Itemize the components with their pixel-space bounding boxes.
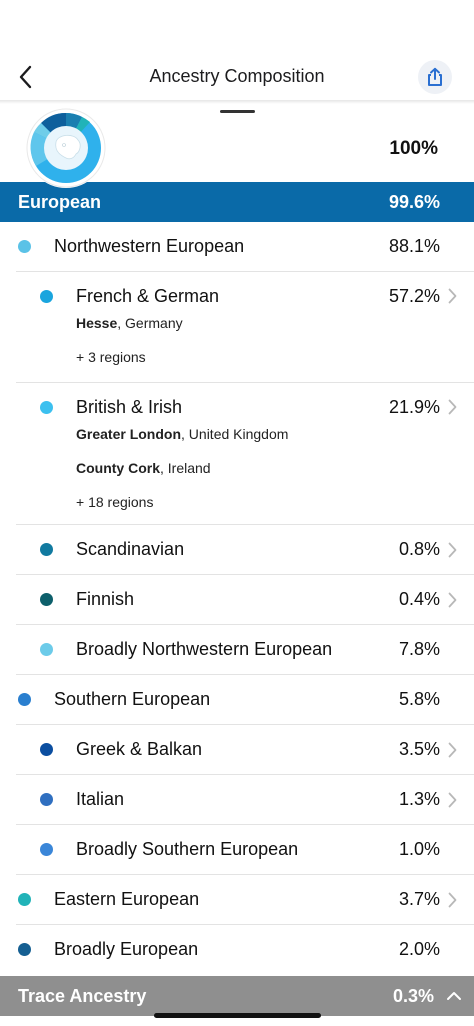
more-regions-link[interactable]: + 3 regions [0, 340, 474, 374]
list-item-label: Eastern European [54, 889, 200, 909]
chevron-right-icon [448, 542, 457, 557]
color-dot [18, 943, 31, 956]
color-dot [40, 743, 53, 756]
list-item-broadly-european[interactable]: Broadly European 2.0% [0, 925, 474, 974]
list-item-italian[interactable]: Italian 1.3% [0, 775, 474, 824]
expanded-item-french-german: French & German 57.2% Hesse, Germany + 3… [0, 272, 474, 382]
color-dot [40, 793, 53, 806]
chevron-right-icon [448, 592, 457, 607]
chevron-right-icon [448, 892, 457, 907]
trace-ancestry-bar[interactable]: Trace Ancestry 0.3% [0, 976, 474, 1016]
list-item-broadly-southern-european[interactable]: Broadly Southern European 1.0% [0, 825, 474, 874]
region-label: European [18, 191, 102, 212]
region-detail-county-cork[interactable]: County Cork, Ireland [0, 451, 474, 485]
share-button[interactable] [418, 60, 452, 94]
ancestry-donut-avatar [24, 108, 112, 188]
share-icon [428, 67, 442, 86]
list-item-northwestern-european[interactable]: Northwestern European 88.1% [0, 222, 474, 271]
color-dot [40, 400, 53, 414]
list-item-label: Italian [76, 789, 125, 809]
region-detail-place: County Cork [76, 460, 160, 476]
header-shadow [0, 100, 474, 104]
color-dot [40, 593, 53, 606]
color-dot [40, 543, 53, 556]
chevron-right-icon [448, 399, 457, 415]
list-item-label: Southern European [54, 689, 211, 709]
list-item-french-german[interactable]: French & German 57.2% [0, 272, 474, 320]
list-item-label: Scandinavian [76, 539, 185, 559]
list-item-percent: 5.8% [398, 689, 440, 709]
chevron-up-icon [447, 992, 461, 1000]
list-item-percent: 88.1% [388, 236, 440, 256]
trace-percent: 0.3% [392, 985, 434, 1006]
list-item-label: Broadly Northwestern European [76, 639, 333, 659]
list-item-label: Northwestern European [54, 236, 245, 256]
list-item-percent: 1.0% [398, 839, 440, 859]
list-item-eastern-european[interactable]: Eastern European 3.7% [0, 875, 474, 924]
list-item-label: Broadly European [54, 939, 199, 959]
header: Ancestry Composition [0, 0, 474, 104]
list-item-scandinavian[interactable]: Scandinavian 0.8% [0, 525, 474, 574]
list-item-percent: 57.2% [388, 285, 440, 306]
list-item-broadly-northwestern-european[interactable]: Broadly Northwestern European 7.8% [0, 625, 474, 674]
color-dot [40, 643, 53, 656]
region-detail-country: , Ireland [160, 460, 211, 476]
chevron-right-icon [448, 792, 457, 807]
color-dot [18, 693, 31, 706]
list-item-finnish[interactable]: Finnish 0.4% [0, 575, 474, 624]
list-item-greek-balkan[interactable]: Greek & Balkan 3.5% [0, 725, 474, 774]
list-item-label: British & Irish [76, 396, 183, 417]
color-dot [40, 843, 53, 856]
list-item-southern-european[interactable]: Southern European 5.8% [0, 675, 474, 724]
chevron-right-icon [448, 288, 457, 304]
list-item-percent: 21.9% [388, 396, 440, 417]
list-item-label: Broadly Southern European [76, 839, 299, 859]
list-item-percent: 1.3% [398, 789, 440, 809]
region-percent: 99.6% [388, 191, 440, 212]
list-item-british-irish[interactable]: British & Irish 21.9% [0, 383, 474, 431]
list-item-percent: 0.4% [398, 589, 440, 609]
color-dot [18, 893, 31, 906]
color-dot [18, 240, 31, 253]
list-item-percent: 3.7% [398, 889, 440, 909]
drag-handle[interactable] [220, 110, 255, 113]
home-indicator[interactable] [154, 1013, 321, 1018]
more-regions-link[interactable]: + 18 regions [0, 485, 474, 519]
list-item-label: Greek & Balkan [76, 739, 203, 759]
list-item-label: Finnish [76, 589, 135, 609]
list-item-percent: 7.8% [398, 639, 440, 659]
list-item-percent: 0.8% [398, 539, 440, 559]
chevron-right-icon [448, 742, 457, 757]
trace-label: Trace Ancestry [18, 985, 147, 1006]
expanded-item-british-irish: British & Irish 21.9% Greater London, Un… [0, 383, 474, 524]
page-title: Ancestry Composition [149, 66, 325, 86]
list-item-percent: 2.0% [398, 939, 440, 959]
color-dot [40, 289, 53, 303]
list-item-label: French & German [76, 285, 220, 306]
total-percent: 100% [389, 138, 438, 159]
ancestry-list: Northwestern European 88.1% French & Ger… [0, 222, 474, 974]
list-item-percent: 3.5% [398, 739, 440, 759]
